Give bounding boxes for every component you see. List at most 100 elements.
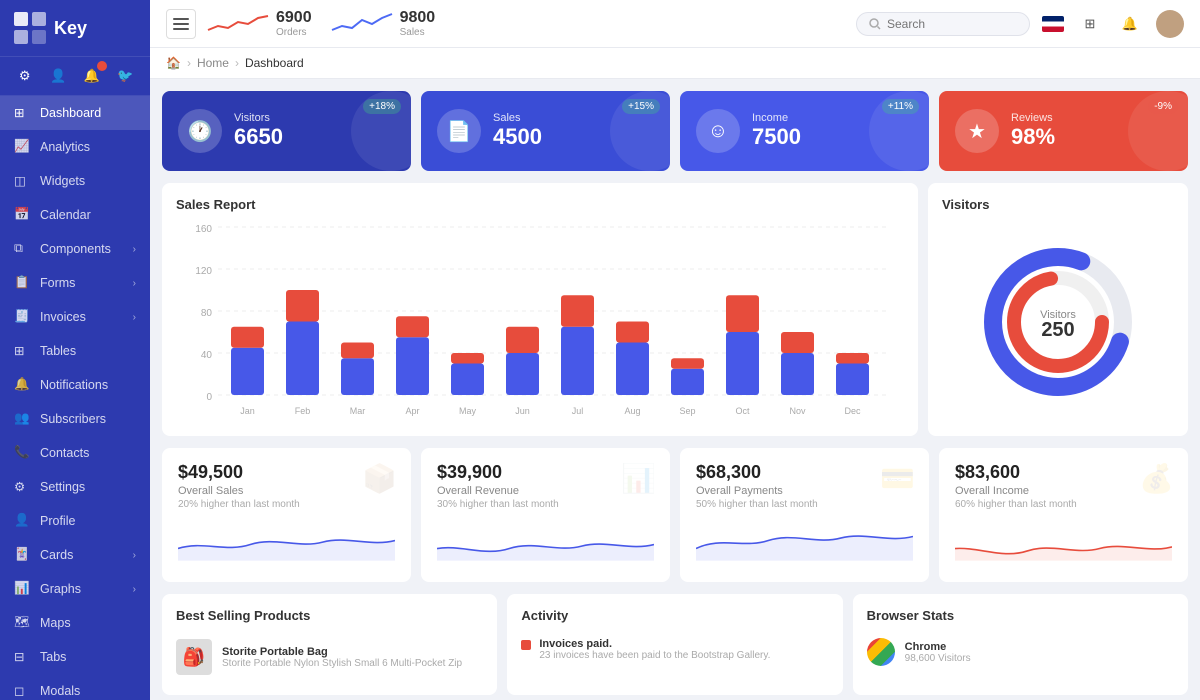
settings-nav-label: Settings [40, 480, 136, 494]
orders-stat: 6900 Orders [208, 8, 312, 39]
browser-stats-card: Browser Stats Chrome 98,600 Visitors [853, 594, 1188, 695]
stat-card-income: ☺ Income 7500 +11% [680, 91, 929, 171]
income-value: 7500 [752, 124, 801, 150]
sidebar-item-invoices[interactable]: 🧾 Invoices › [0, 300, 150, 334]
sales-info: Sales 4500 [493, 112, 542, 150]
sidebar-item-analytics[interactable]: 📈 Analytics [0, 130, 150, 164]
forms-chevron: › [133, 278, 136, 289]
svg-text:Jul: Jul [572, 406, 584, 416]
graphs-nav-label: Graphs [40, 582, 123, 596]
svg-text:Mar: Mar [350, 406, 366, 416]
sidebar-item-calendar[interactable]: 📅 Calendar [0, 198, 150, 232]
mini-stat-icon-0: 📦 [362, 462, 397, 495]
sidebar-item-contacts[interactable]: 📞 Contacts [0, 436, 150, 470]
analytics-nav-icon: 📈 [14, 139, 30, 155]
orders-label: Orders [276, 27, 312, 38]
flag-icon [1042, 16, 1064, 32]
breadcrumb-home[interactable]: Home [197, 56, 229, 70]
twitter-icon-btn[interactable]: 🐦 [115, 65, 137, 87]
visitors-value: 6650 [234, 124, 283, 150]
sidebar-item-tabs[interactable]: ⊟ Tabs [0, 640, 150, 674]
calendar-nav-label: Calendar [40, 208, 136, 222]
home-icon: 🏠 [166, 56, 181, 70]
browser-item-chrome: Chrome 98,600 Visitors [867, 633, 1174, 671]
best-selling-title: Best Selling Products [176, 608, 483, 623]
visitors-label: Visitors [234, 112, 283, 124]
graphs-nav-icon: 📊 [14, 581, 30, 597]
product-image: 🎒 [176, 639, 212, 675]
forms-nav-icon: 📋 [14, 275, 30, 291]
bar-chart-svg: 16012080400JanFebMarAprMayJunJulAugSepOc… [176, 222, 904, 422]
mini-stat-card-0: 📦 $49,500 Overall Sales 20% higher than … [162, 448, 411, 582]
mini-wave-0 [178, 520, 395, 565]
sidebar-item-widgets[interactable]: ◫ Widgets [0, 164, 150, 198]
sidebar-item-tables[interactable]: ⊞ Tables [0, 334, 150, 368]
svg-text:Apr: Apr [405, 406, 419, 416]
notification-icon-btn[interactable]: 🔔 [81, 65, 103, 87]
mini-wave-3 [955, 520, 1172, 565]
income-info: Income 7500 [752, 112, 801, 150]
tables-nav-label: Tables [40, 344, 136, 358]
sidebar-item-cards[interactable]: 🃏 Cards › [0, 538, 150, 572]
user-icon-btn[interactable]: 👤 [48, 65, 70, 87]
sidebar-icons-row: ⚙ 👤 🔔 🐦 [0, 57, 150, 96]
menu-toggle-button[interactable] [166, 9, 196, 39]
user-avatar[interactable] [1156, 10, 1184, 38]
tabs-nav-icon: ⊟ [14, 649, 30, 665]
sidebar-item-profile[interactable]: 👤 Profile [0, 504, 150, 538]
analytics-nav-label: Analytics [40, 140, 136, 154]
notification-badge [97, 61, 107, 71]
activity-item-title: Invoices paid. [539, 638, 770, 650]
browser-details: Chrome 98,600 Visitors [905, 641, 971, 664]
bottom-row: Best Selling Products 🎒 Storite Portable… [162, 594, 1188, 695]
search-box[interactable] [856, 12, 1030, 36]
nav-list: ⊞ Dashboard 📈 Analytics ◫ Widgets 📅 Cale… [0, 96, 150, 700]
sidebar-item-graphs[interactable]: 📊 Graphs › [0, 572, 150, 606]
card-shape-4 [1128, 91, 1188, 171]
visitors-chart-card: Visitors Visitors 250 [928, 183, 1188, 436]
invoices-nav-icon: 🧾 [14, 309, 30, 325]
reviews-label: Reviews [1011, 112, 1055, 124]
card-shape [351, 91, 411, 171]
activity-card: Activity Invoices paid. 23 invoices have… [507, 594, 842, 695]
sales-value: 4500 [493, 124, 542, 150]
sidebar-item-modals[interactable]: ◻ Modals [0, 674, 150, 700]
header-stats: 6900 Orders 9800 Sales [208, 8, 435, 39]
sidebar-item-maps[interactable]: 🗺 Maps [0, 606, 150, 640]
sidebar-item-notifications[interactable]: 🔔 Notifications [0, 368, 150, 402]
svg-text:Sep: Sep [679, 406, 695, 416]
sidebar-item-settings[interactable]: ⚙ Settings [0, 470, 150, 504]
tables-nav-icon: ⊞ [14, 343, 30, 359]
sidebar-item-components[interactable]: ⧉ Components › [0, 232, 150, 266]
breadcrumb-sep-1: › [187, 56, 191, 70]
sidebar-item-forms[interactable]: 📋 Forms › [0, 266, 150, 300]
svg-text:Oct: Oct [735, 406, 750, 416]
content-area: 🕐 Visitors 6650 +18% 📄 Sales 4500 +15% ☺ [150, 79, 1200, 700]
grid-view-button[interactable]: ⊞ [1076, 10, 1104, 38]
best-selling-card: Best Selling Products 🎒 Storite Portable… [162, 594, 497, 695]
svg-text:0: 0 [206, 392, 212, 403]
mini-stat-icon-3: 💰 [1139, 462, 1174, 495]
svg-text:40: 40 [201, 350, 213, 361]
search-input[interactable] [887, 17, 1017, 31]
tabs-nav-label: Tabs [40, 650, 136, 664]
header: 6900 Orders 9800 Sales [150, 0, 1200, 48]
settings-nav-icon: ⚙ [14, 479, 30, 495]
sales-label: Sales [493, 112, 542, 124]
components-nav-icon: ⧉ [14, 241, 30, 257]
sidebar-item-dashboard[interactable]: ⊞ Dashboard [0, 96, 150, 130]
sales-sparkline [332, 8, 392, 39]
orders-value: 6900 [276, 9, 312, 27]
sidebar-item-subscribers[interactable]: 👥 Subscribers [0, 402, 150, 436]
maps-nav-icon: 🗺 [14, 615, 30, 631]
settings-icon-btn[interactable]: ⚙ [14, 65, 36, 87]
bell-icon-button[interactable]: 🔔 [1116, 10, 1144, 38]
chrome-icon [867, 638, 895, 666]
sales-icon: 📄 [437, 109, 481, 153]
svg-text:Dec: Dec [844, 406, 861, 416]
invoices-chevron: › [133, 312, 136, 323]
mini-stat-sub-1: 30% higher than last month [437, 499, 654, 510]
stat-cards-row: 🕐 Visitors 6650 +18% 📄 Sales 4500 +15% ☺ [162, 91, 1188, 171]
mini-stat-card-3: 💰 $83,600 Overall Income 60% higher than… [939, 448, 1188, 582]
sales-report-card: Sales Report 16012080400JanFebMarAprMayJ… [162, 183, 918, 436]
